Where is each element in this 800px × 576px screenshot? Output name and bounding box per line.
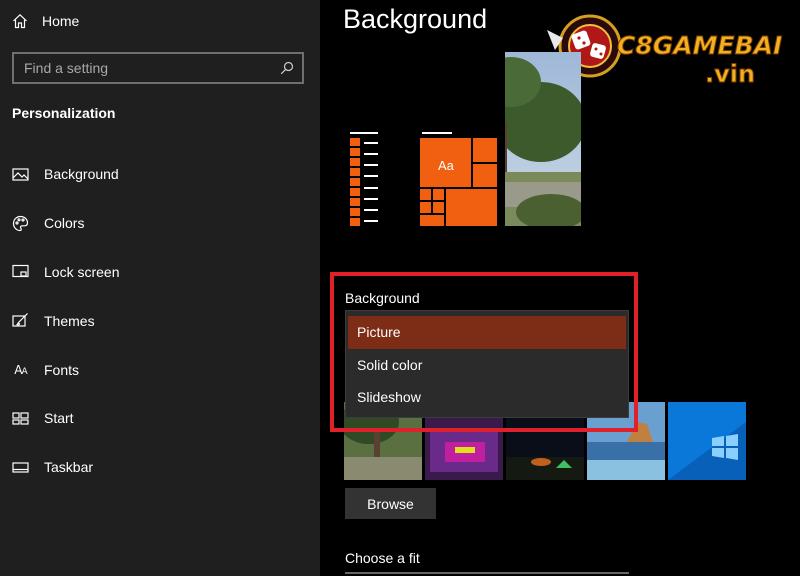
browse-button[interactable]: Browse	[345, 488, 436, 519]
sidebar-item-themes[interactable]: Themes	[0, 296, 320, 345]
preview-window-mask	[441, 52, 505, 102]
search-box[interactable]	[12, 52, 304, 84]
home-label: Home	[42, 13, 80, 29]
search-icon[interactable]	[280, 61, 294, 75]
start-menu-preview: Aa	[420, 132, 500, 226]
main-content: Background C8GAMEBAI .vin Aa Background …	[320, 0, 800, 576]
home-icon	[13, 13, 27, 29]
taskbar-preview	[346, 132, 386, 227]
home-link[interactable]: Home	[12, 10, 79, 32]
background-dropdown[interactable]: Picture Solid color Slideshow	[345, 310, 629, 418]
svg-text:C8GAMEBAI: C8GAMEBAI	[617, 31, 782, 60]
sidebar-item-label: Colors	[44, 215, 85, 232]
sidebar-item-colors[interactable]: Colors	[0, 199, 320, 248]
page-title: Background	[343, 4, 488, 34]
svg-text:.vin: .vin	[705, 60, 755, 88]
preview-tile-label: Aa	[438, 158, 454, 173]
sidebar-item-label: Fonts	[44, 361, 80, 378]
fonts-icon: AA	[14, 362, 27, 377]
search-input[interactable]	[24, 60, 280, 76]
sidebar-item-label: Lock screen	[44, 263, 120, 280]
sidebar-item-fonts[interactable]: AA Fonts	[0, 345, 320, 394]
sidebar-item-label: Start	[44, 410, 74, 427]
sidebar-item-taskbar[interactable]: Taskbar	[0, 443, 320, 492]
recent-image-thumbnail[interactable]	[668, 402, 746, 480]
choose-fit-dropdown[interactable]	[345, 572, 629, 574]
sidebar-item-label: Background	[44, 166, 119, 183]
sidebar-item-lock-screen[interactable]: Lock screen	[0, 248, 320, 297]
dropdown-option-slideshow[interactable]: Slideshow	[346, 381, 628, 414]
sidebar-item-label: Themes	[44, 312, 95, 329]
background-label: Background	[345, 290, 420, 306]
sidebar-item-background[interactable]: Background	[0, 150, 320, 199]
picture-icon	[12, 166, 29, 183]
sidebar: Home Personalization Background Colors L…	[0, 0, 320, 576]
dropdown-option-picture[interactable]: Picture	[348, 316, 626, 349]
dropdown-option-solid-color[interactable]: Solid color	[346, 349, 628, 382]
lock-screen-icon	[12, 263, 29, 280]
choose-fit-label: Choose a fit	[345, 550, 420, 566]
taskbar-icon	[12, 459, 29, 476]
sidebar-item-label: Taskbar	[44, 459, 94, 476]
sidebar-nav: Background Colors Lock screen Themes AA …	[0, 150, 320, 492]
section-title: Personalization	[12, 105, 116, 121]
start-icon	[12, 410, 29, 427]
palette-icon	[12, 215, 29, 232]
themes-icon	[12, 312, 29, 329]
sidebar-item-start[interactable]: Start	[0, 394, 320, 443]
